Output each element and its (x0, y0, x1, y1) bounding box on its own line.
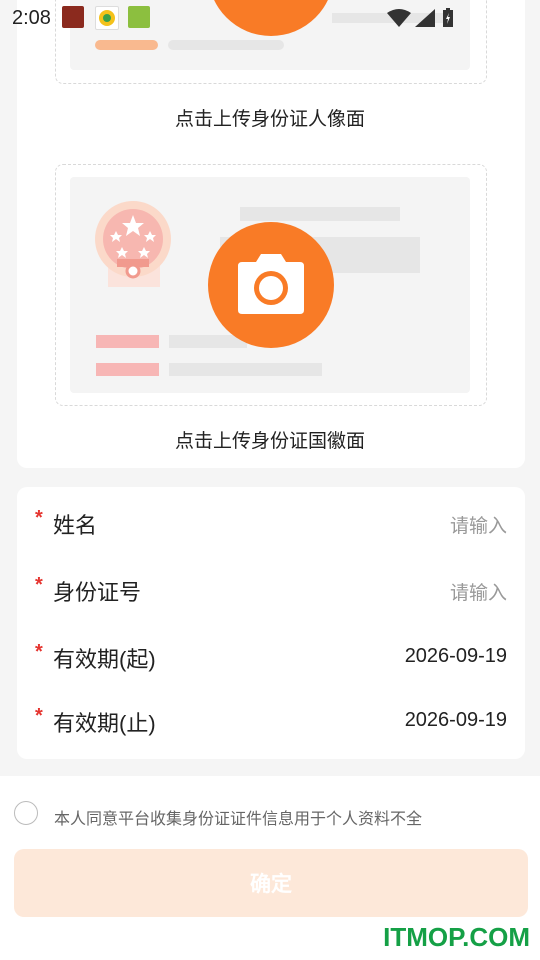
form-row-valid-from[interactable]: * 有效期(起) 2026-09-19 (17, 623, 525, 689)
notification-app-icon-1 (62, 6, 84, 28)
consent-checkbox[interactable] (14, 801, 38, 825)
valid-from-label: 有效期(起) (53, 647, 156, 672)
upload-back-box[interactable] (55, 164, 487, 406)
notification-app-icon-3 (128, 6, 150, 28)
placeholder-line (240, 207, 400, 221)
battery-icon (443, 8, 453, 27)
required-mark: * (35, 705, 43, 727)
wifi-icon (387, 9, 411, 27)
required-mark: * (35, 507, 43, 529)
signal-icon (415, 9, 435, 27)
confirm-button[interactable]: 确定 (14, 849, 528, 917)
form-row-id-number[interactable]: * 身份证号 请输入 (17, 556, 525, 622)
camera-icon (238, 254, 304, 314)
consent-text[interactable]: 本人同意平台收集身份证证件信息用于个人资料不全 (54, 805, 422, 829)
valid-from-date-picker[interactable]: 2026-09-19 (405, 645, 507, 668)
name-input[interactable]: 请输入 (450, 511, 507, 538)
camera-button[interactable] (208, 222, 334, 348)
name-label: 姓名 (53, 513, 98, 538)
national-emblem-icon (95, 201, 171, 287)
id-number-input[interactable]: 请输入 (450, 578, 507, 605)
upload-front-caption[interactable]: 点击上传身份证人像面 (0, 104, 540, 131)
placeholder-line (169, 363, 322, 376)
placeholder-line (95, 40, 158, 50)
placeholder-line (96, 363, 159, 376)
form-row-name[interactable]: * 姓名 请输入 (17, 489, 525, 555)
valid-to-date-picker[interactable]: 2026-09-19 (405, 709, 507, 732)
required-mark: * (35, 574, 43, 596)
notification-app-icon-2 (95, 6, 119, 30)
status-time: 2:08 (12, 7, 51, 29)
watermark: ITMOP.COM (383, 922, 530, 952)
status-bar: 2:08 (0, 0, 540, 36)
id-number-label: 身份证号 (53, 580, 142, 605)
placeholder-line (96, 335, 159, 348)
valid-to-label: 有效期(止) (53, 711, 156, 736)
placeholder-line (168, 40, 284, 50)
required-mark: * (35, 641, 43, 663)
upload-back-caption[interactable]: 点击上传身份证国徽面 (0, 426, 540, 453)
form-row-valid-to[interactable]: * 有效期(止) 2026-09-19 (17, 687, 525, 753)
